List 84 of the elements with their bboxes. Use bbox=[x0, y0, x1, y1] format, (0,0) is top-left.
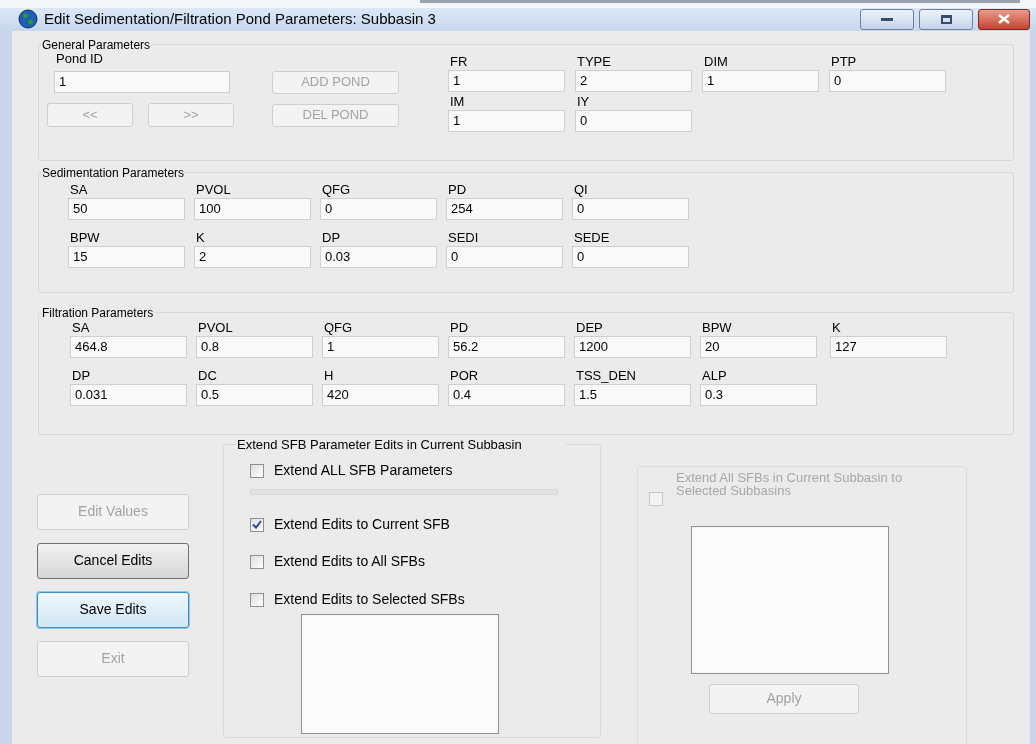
input-field[interactable]: 1200 bbox=[574, 335, 691, 358]
field-label: PVOL bbox=[196, 181, 232, 198]
field-label: FR bbox=[450, 53, 469, 70]
input-field[interactable]: 0.5 bbox=[196, 383, 313, 406]
field-label: SEDE bbox=[574, 229, 611, 246]
field-label: PVOL bbox=[198, 319, 234, 336]
field-label: K bbox=[832, 319, 842, 336]
input-field[interactable]: 0.031 bbox=[70, 383, 187, 406]
group-title: Sedimentation Parameters bbox=[41, 166, 186, 179]
field-label: Pond ID bbox=[56, 50, 104, 67]
input-field[interactable]: 0.4 bbox=[448, 383, 565, 406]
group-title: Extend SFB Parameter Edits in Current Subbasin bbox=[236, 437, 523, 451]
globe-icon bbox=[18, 9, 38, 30]
input-field[interactable]: 1 bbox=[448, 109, 565, 132]
field-label: SA bbox=[70, 181, 89, 198]
checkbox[interactable] bbox=[250, 592, 264, 607]
field-label: BPW bbox=[702, 319, 733, 336]
checkbox-label: Extend ALL SFB Parameters bbox=[274, 461, 453, 480]
field-label: SEDI bbox=[448, 229, 480, 246]
input-field[interactable]: 1 bbox=[448, 69, 565, 92]
field-label: DP bbox=[322, 229, 342, 246]
field-label: QFG bbox=[324, 319, 354, 336]
field-label: DP bbox=[72, 367, 92, 384]
input-field[interactable]: 127 bbox=[830, 335, 947, 358]
field-label: DEP bbox=[576, 319, 604, 336]
list-box[interactable] bbox=[691, 525, 889, 674]
input-field[interactable]: 0.3 bbox=[700, 383, 817, 406]
checkbox-label: Extend Edits to Current SFB bbox=[274, 515, 450, 534]
input-field[interactable]: 254 bbox=[446, 197, 563, 220]
close-icon bbox=[998, 14, 1010, 25]
input-field[interactable]: 0 bbox=[575, 109, 692, 132]
field-label: IY bbox=[577, 93, 591, 110]
input-field[interactable]: 15 bbox=[68, 245, 185, 268]
group-title: Filtration Parameters bbox=[41, 306, 155, 319]
field-label: QFG bbox=[322, 181, 352, 198]
input-field[interactable]: 0.03 bbox=[320, 245, 437, 268]
maximize-button[interactable] bbox=[919, 8, 973, 30]
input-field[interactable]: 464.8 bbox=[70, 335, 187, 358]
input-field[interactable]: 0 bbox=[572, 197, 689, 220]
field-label: TSS_DEN bbox=[576, 367, 637, 384]
input-field[interactable]: 1.5 bbox=[574, 383, 691, 406]
input-field[interactable]: 50 bbox=[68, 197, 185, 220]
input-field[interactable]: 1 bbox=[322, 335, 439, 358]
list-box[interactable] bbox=[301, 613, 499, 734]
field-label: PD bbox=[450, 319, 470, 336]
button[interactable]: Cancel Edits bbox=[37, 542, 189, 579]
window-title: Edit Sedimentation/Filtration Pond Parameters: Subbasin 3 bbox=[44, 9, 436, 29]
input-field[interactable]: 0 bbox=[829, 69, 946, 92]
group-title: General Parameters bbox=[41, 38, 152, 51]
field-label: TYPE bbox=[577, 53, 612, 70]
input-field[interactable]: 1 bbox=[702, 69, 819, 92]
field-label: SA bbox=[72, 319, 91, 336]
field-label: PD bbox=[448, 181, 468, 198]
input-field[interactable]: 56.2 bbox=[448, 335, 565, 358]
input-field[interactable]: 0.8 bbox=[196, 335, 313, 358]
field-label: POR bbox=[450, 367, 480, 384]
checkbox-label: Extend All SFBs in Current Subbasin to Selected Subbasins bbox=[676, 470, 904, 497]
input-field[interactable]: 420 bbox=[322, 383, 439, 406]
field-label: BPW bbox=[70, 229, 101, 246]
field-label: H bbox=[324, 367, 335, 384]
checkbox[interactable] bbox=[250, 463, 264, 478]
input-field[interactable]: 20 bbox=[700, 335, 817, 358]
check-icon bbox=[252, 520, 262, 529]
button[interactable]: Save Edits bbox=[37, 591, 189, 628]
input-field[interactable]: 1 bbox=[54, 70, 230, 93]
input-field[interactable]: 0 bbox=[572, 245, 689, 268]
field-label: DC bbox=[198, 367, 218, 384]
field-label: DIM bbox=[704, 53, 729, 70]
close-button[interactable] bbox=[978, 8, 1030, 30]
input-field[interactable]: 2 bbox=[575, 69, 692, 92]
checkbox-label: Extend Edits to All SFBs bbox=[274, 552, 425, 571]
input-field[interactable]: 0 bbox=[446, 245, 563, 268]
checkbox[interactable] bbox=[250, 554, 264, 569]
field-label: PTP bbox=[831, 53, 858, 70]
minimize-button[interactable] bbox=[860, 8, 914, 30]
input-field[interactable]: 100 bbox=[194, 197, 311, 220]
field-label: K bbox=[196, 229, 206, 246]
input-field[interactable]: 0 bbox=[320, 197, 437, 220]
field-label: ALP bbox=[702, 367, 728, 384]
checkbox-label: Extend Edits to Selected SFBs bbox=[274, 590, 465, 609]
field-label: QI bbox=[574, 181, 589, 198]
field-label: IM bbox=[450, 93, 466, 110]
checkbox[interactable] bbox=[250, 517, 264, 532]
input-field[interactable]: 2 bbox=[194, 245, 311, 268]
